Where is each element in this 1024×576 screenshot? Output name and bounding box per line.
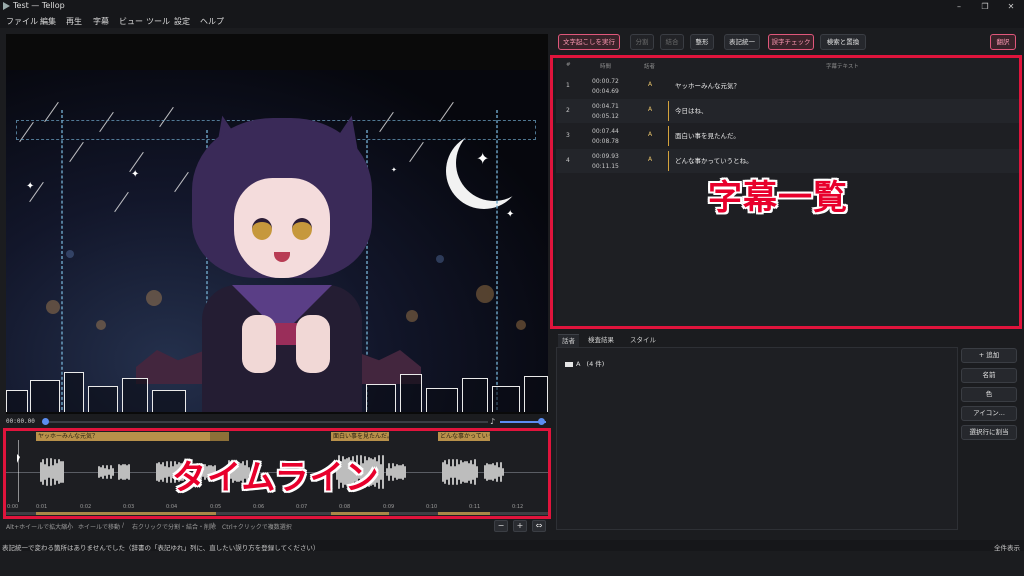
tab-check-results[interactable]: 検査結果 bbox=[584, 334, 618, 347]
tab-speakers[interactable]: 話者 bbox=[558, 334, 579, 347]
hint-separator: / bbox=[212, 522, 215, 529]
speaker-color-button[interactable]: 色 bbox=[961, 387, 1017, 402]
title-bar: Test — Tellop – ❐ ✕ bbox=[0, 0, 1024, 13]
playback-controls: 00:00.00 ♪ bbox=[6, 416, 548, 428]
video-frame[interactable]: ✦ ✦ ✦ ✦ ✦ bbox=[6, 70, 548, 412]
show-all-label[interactable]: 全件表示 bbox=[994, 542, 1020, 552]
hint-scroll: ホイールで移動 bbox=[78, 524, 121, 531]
seek-handle[interactable] bbox=[42, 418, 49, 425]
zoom-in-button[interactable]: + bbox=[513, 520, 527, 532]
maximize-button[interactable]: ❐ bbox=[974, 0, 996, 13]
hint-right-click: 右クリックで分割・結合・削除 bbox=[132, 524, 217, 531]
menu-subtitles[interactable]: 字幕 bbox=[93, 16, 109, 27]
menu-playback[interactable]: 再生 bbox=[66, 16, 82, 27]
hint-zoom: Alt+ホイールで拡大縮小 bbox=[6, 524, 74, 531]
speaker-list: A (4 件) bbox=[556, 347, 958, 530]
format-button[interactable]: 整形 bbox=[690, 34, 714, 50]
assign-speaker-button[interactable]: 選択行に割当 bbox=[961, 425, 1017, 440]
app-icon bbox=[3, 2, 10, 10]
close-button[interactable]: ✕ bbox=[1000, 0, 1022, 13]
window-title: Test — Tellop bbox=[13, 1, 65, 10]
subtitle-toolbar: 文字起こしを実行 分割 結合 整形 表記統一 誤字チェック 検索と置換 翻訳 bbox=[556, 34, 1020, 52]
seek-bar[interactable] bbox=[42, 421, 488, 423]
menu-tools[interactable]: ツール bbox=[146, 16, 170, 27]
menu-view[interactable]: ビュー bbox=[119, 16, 143, 27]
zoom-out-button[interactable]: − bbox=[494, 520, 508, 532]
translate-button[interactable]: 翻訳 bbox=[990, 34, 1016, 50]
minimize-button[interactable]: – bbox=[948, 0, 970, 13]
city-skyline bbox=[6, 364, 548, 412]
character-face bbox=[234, 178, 330, 278]
timeline-hint-bar: Alt+ホイールで拡大縮小 / ホイールで移動 / 右クリックで分割・結合・削除… bbox=[6, 520, 548, 532]
transcribe-button[interactable]: 文字起こしを実行 bbox=[558, 34, 620, 50]
speaker-color-swatch bbox=[565, 361, 573, 367]
rename-speaker-button[interactable]: 名前 bbox=[961, 368, 1017, 383]
volume-icon[interactable]: ♪ bbox=[490, 417, 495, 426]
hint-separator: / bbox=[68, 522, 71, 529]
speaker-count: (4 件) bbox=[586, 360, 605, 368]
split-button[interactable]: 分割 bbox=[630, 34, 654, 50]
inspector-tabs: 話者 検査結果 スタイル bbox=[556, 334, 956, 347]
timecode: 00:00.00 bbox=[6, 418, 35, 425]
search-replace-button[interactable]: 検索と置換 bbox=[820, 34, 866, 50]
hint-separator: / bbox=[122, 522, 125, 529]
hint-ctrl-click: Ctrl+クリックで複数選択 bbox=[222, 524, 292, 531]
notation-unify-button[interactable]: 表記統一 bbox=[724, 34, 760, 50]
menu-help[interactable]: ヘルプ bbox=[200, 16, 224, 27]
menu-edit[interactable]: 編集 bbox=[40, 16, 56, 27]
timeline-label: タイムライン bbox=[172, 458, 380, 498]
menu-settings[interactable]: 設定 bbox=[174, 16, 190, 27]
typo-check-button[interactable]: 誤字チェック bbox=[768, 34, 814, 50]
tab-style[interactable]: スタイル bbox=[626, 334, 660, 347]
subtitle-list-label: 字幕一覧 bbox=[708, 178, 848, 218]
volume-handle[interactable] bbox=[538, 418, 545, 425]
menu-bar: ファイル 編集 再生 字幕 ビュー ツール 設定 ヘルプ bbox=[0, 13, 1024, 28]
status-bar: 表記統一で変わる箇所はありませんでした（辞書の「表記ゆれ」列に、直したい誤り方を… bbox=[0, 540, 1024, 552]
speaker-icon-button[interactable]: アイコン... bbox=[961, 406, 1017, 421]
merge-button[interactable]: 結合 bbox=[660, 34, 684, 50]
speaker-name: A bbox=[576, 360, 581, 368]
video-preview[interactable]: ✦ ✦ ✦ ✦ ✦ bbox=[6, 34, 548, 414]
menu-file[interactable]: ファイル bbox=[6, 16, 38, 27]
status-message: 表記統一で変わる箇所はありませんでした（辞書の「表記ゆれ」列に、直したい誤り方を… bbox=[2, 544, 320, 552]
zoom-fit-button[interactable]: ⇔ bbox=[532, 520, 546, 532]
speaker-item[interactable]: A (4 件) bbox=[565, 358, 604, 368]
add-speaker-button[interactable]: + 追加 bbox=[961, 348, 1017, 363]
